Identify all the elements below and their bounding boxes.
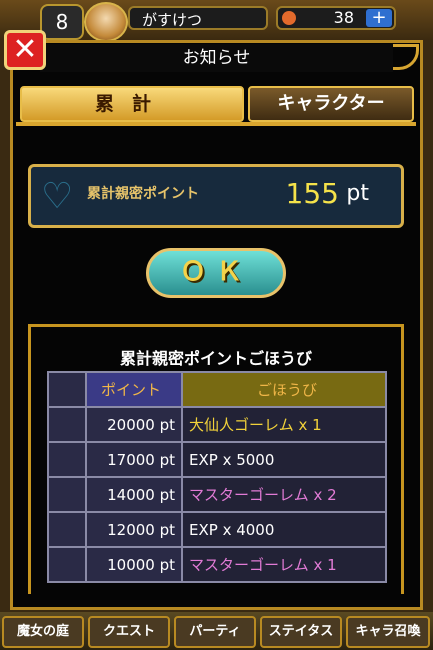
gem-counter: 38 + bbox=[276, 6, 396, 30]
reward-points-cell: 12000 pt bbox=[85, 511, 183, 548]
reward-points-cell: 14000 pt bbox=[85, 476, 183, 513]
column-header-points: ポイント bbox=[85, 371, 183, 408]
reward-item-cell: EXP x 4000 bbox=[181, 511, 387, 548]
table-row: 14000 pt マスターゴーレム x 2 bbox=[47, 476, 387, 513]
table-cell-blank bbox=[47, 511, 87, 548]
add-gems-button[interactable]: + bbox=[366, 9, 392, 27]
reward-points-cell: 10000 pt bbox=[85, 546, 183, 583]
nav-party[interactable]: パーティ bbox=[174, 616, 256, 648]
rewards-panel: 累計親密ポイントごほうび ポイント ごほうび 20000 pt 大仙人ゴーレム … bbox=[28, 324, 404, 594]
tab-divider bbox=[16, 122, 416, 126]
reward-points-cell: 20000 pt bbox=[85, 406, 183, 443]
bottom-nav: 魔女の庭 クエスト パーティ ステイタス キャラ召喚 bbox=[0, 612, 433, 650]
reward-item-cell: 大仙人ゴーレム x 1 bbox=[181, 406, 387, 443]
player-level-badge: 8 bbox=[40, 4, 84, 40]
reward-item-cell: EXP x 5000 bbox=[181, 441, 387, 478]
avatar[interactable] bbox=[84, 2, 128, 42]
gem-count: 38 bbox=[333, 8, 354, 27]
points-label: 累計親密ポイント bbox=[87, 186, 199, 202]
table-row: 17000 pt EXP x 5000 bbox=[47, 441, 387, 478]
column-header-reward: ごほうび bbox=[181, 371, 387, 408]
tab-character[interactable]: キャラクター bbox=[248, 86, 414, 122]
table-row: 20000 pt 大仙人ゴーレム x 1 bbox=[47, 406, 387, 443]
rewards-table: ポイント ごほうび 20000 pt 大仙人ゴーレム x 1 17000 pt … bbox=[47, 371, 387, 583]
nav-witch-garden[interactable]: 魔女の庭 bbox=[2, 616, 84, 648]
table-cell-blank bbox=[47, 476, 87, 513]
dialog-title: お知らせ bbox=[40, 44, 393, 72]
table-row: 12000 pt EXP x 4000 bbox=[47, 511, 387, 548]
table-cell-blank bbox=[47, 546, 87, 583]
column-header-blank bbox=[47, 371, 87, 408]
close-button[interactable]: ✕ bbox=[4, 30, 46, 70]
reward-item-cell: マスターゴーレム x 1 bbox=[181, 546, 387, 583]
rewards-title: 累計親密ポイントごほうび bbox=[119, 349, 312, 368]
player-name: がすけつ bbox=[128, 6, 268, 30]
nav-quest[interactable]: クエスト bbox=[88, 616, 170, 648]
points-value: 155 bbox=[285, 177, 339, 210]
nav-status[interactable]: ステイタス bbox=[260, 616, 342, 648]
gem-icon bbox=[282, 11, 296, 25]
reward-item-cell: マスターゴーレム x 2 bbox=[181, 476, 387, 513]
points-unit: pt bbox=[346, 181, 369, 206]
top-status-bar: 8 がすけつ 38 + bbox=[0, 0, 433, 42]
cumulative-points-box: ♡ 累計親密ポイント 155 pt bbox=[28, 164, 404, 228]
table-cell-blank bbox=[47, 441, 87, 478]
table-row: 10000 pt マスターゴーレム x 1 bbox=[47, 546, 387, 583]
table-header-row: ポイント ごほうび bbox=[47, 371, 387, 408]
table-cell-blank bbox=[47, 406, 87, 443]
heart-icon: ♡ bbox=[41, 176, 74, 217]
ok-button[interactable]: ＯＫ bbox=[146, 248, 286, 298]
tab-cumulative[interactable]: 累計 bbox=[20, 86, 244, 122]
reward-points-cell: 17000 pt bbox=[85, 441, 183, 478]
nav-summon[interactable]: キャラ召喚 bbox=[346, 616, 430, 648]
